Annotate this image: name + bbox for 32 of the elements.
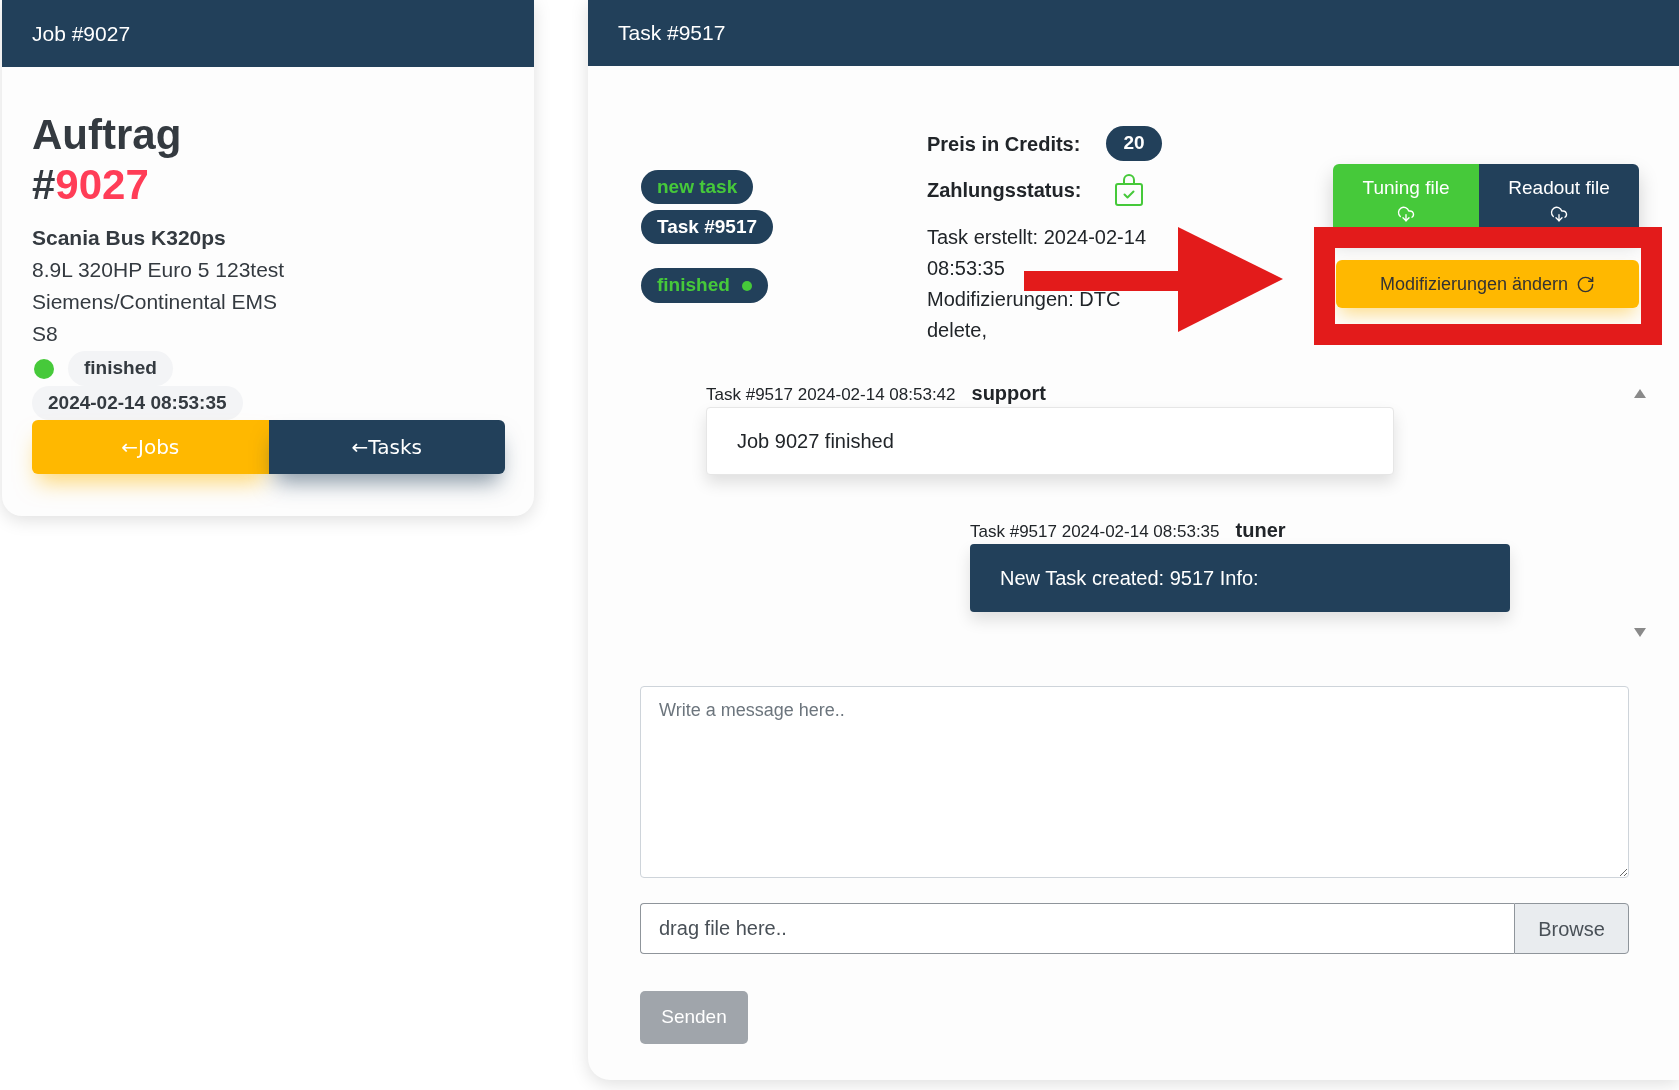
price-value: 20 xyxy=(1106,126,1162,161)
status-label: finished xyxy=(657,273,730,298)
price-label: Preis in Credits: xyxy=(927,131,1081,157)
cloud-download-icon xyxy=(1397,205,1415,223)
status-label: finished xyxy=(68,351,173,386)
payment-label: Zahlungsstatus: xyxy=(927,177,1082,203)
cloud-download-icon xyxy=(1550,205,1568,223)
message-input[interactable]: Write a message here.. xyxy=(640,686,1629,878)
scroll-up-icon[interactable] xyxy=(1634,389,1646,398)
vehicle-name: Scania Bus K320ps xyxy=(32,225,227,251)
message-meta: Task #9517 2024-02-14 08:53:35 xyxy=(970,521,1220,543)
back-button[interactable]: ←Tasks xyxy=(268,420,505,474)
message-bubble: Job 9027 finished xyxy=(706,407,1394,475)
task-tag: new task xyxy=(641,170,754,204)
refresh-icon xyxy=(1576,274,1596,294)
vehicle-detail: Siemens/Continental EMS S8 xyxy=(32,289,279,347)
panel-title: Job #9027 xyxy=(32,20,131,47)
message-meta: Task #9517 2024-02-14 08:53:42 xyxy=(706,384,956,406)
message-author: support xyxy=(971,381,1046,406)
job-heading: Auftrag #9027 xyxy=(32,110,183,210)
message-author: tuner xyxy=(1235,518,1286,543)
panel-title: Task #9517 xyxy=(618,20,726,47)
file-input-field[interactable]: drag file here.. xyxy=(640,903,1514,954)
message-bubble: New Task created: 9517 Info: xyxy=(970,544,1510,612)
vehicle-detail: 8.9L 320HP Euro 5 123test xyxy=(32,257,286,283)
task-created: Task erstellt: 2024-02-14 08:53:35 xyxy=(927,225,1147,281)
task-modifications: Modifizierungen: DTC delete, xyxy=(927,287,1122,343)
modify-button[interactable]: Modifizierungen ändern xyxy=(1336,260,1639,308)
browse-button[interactable]: Browse xyxy=(1514,903,1629,954)
scroll-down-icon[interactable] xyxy=(1634,628,1646,637)
task-tag: Task #9517 xyxy=(641,210,773,244)
date-label: 2024-02-14 08:53:35 xyxy=(32,386,243,420)
